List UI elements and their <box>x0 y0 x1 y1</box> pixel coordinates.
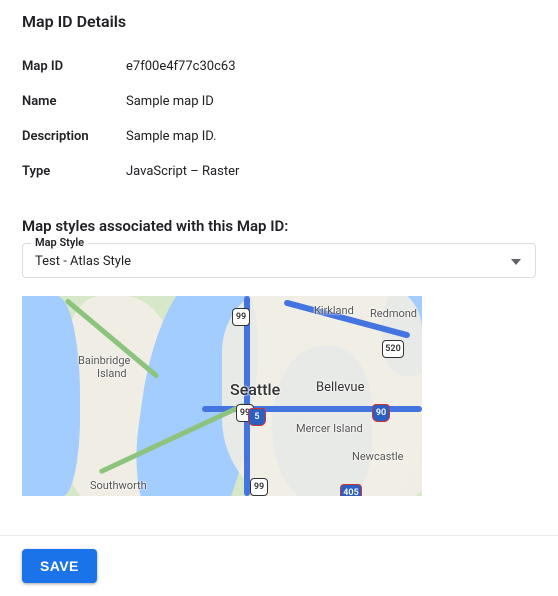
map-label-mercer: Mercer Island <box>296 422 363 435</box>
route-shield-i405: 405 <box>340 484 362 496</box>
map-style-select[interactable]: Map Style Test - Atlas Style <box>22 243 536 278</box>
detail-label: Name <box>22 94 126 109</box>
select-label: Map Style <box>31 236 88 249</box>
detail-label: Description <box>22 129 126 144</box>
save-button[interactable]: SAVE <box>22 549 97 583</box>
map-label-seattle: Seattle <box>230 380 280 399</box>
detail-value: Sample map ID. <box>126 129 217 144</box>
map-label-kirkland: Kirkland <box>314 304 354 317</box>
route-shield-520: 520 <box>382 340 404 358</box>
map-label-island: Island <box>97 367 127 380</box>
details-table: Map ID e7f00e4f77c30c63 Name Sample map … <box>22 49 536 189</box>
chevron-down-icon <box>511 253 521 269</box>
select-value: Test - Atlas Style <box>35 254 523 269</box>
route-shield-i90: 90 <box>372 404 390 422</box>
detail-row-name: Name Sample map ID <box>22 84 536 119</box>
detail-value: Sample map ID <box>126 94 214 109</box>
map-label-bellevue: Bellevue <box>316 380 364 395</box>
detail-row-map-id: Map ID e7f00e4f77c30c63 <box>22 49 536 84</box>
map-label-redmond: Redmond <box>370 307 417 320</box>
detail-value: e7f00e4f77c30c63 <box>126 59 236 74</box>
route-shield-i5: 5 <box>248 408 266 426</box>
detail-label: Map ID <box>22 59 126 74</box>
map-label-southworth: Southworth <box>90 479 147 492</box>
route-shield-99: 99 <box>250 478 268 496</box>
footer-bar: SAVE <box>0 535 558 596</box>
detail-row-description: Description Sample map ID. <box>22 119 536 154</box>
map-preview: Seattle Bellevue Kirkland Redmond Bainbr… <box>22 296 422 496</box>
detail-value: JavaScript – Raster <box>126 164 239 179</box>
map-label-newcastle: Newcastle <box>352 450 403 463</box>
map-label-bainbridge: Bainbridge <box>78 354 130 367</box>
page-title: Map ID Details <box>22 12 536 31</box>
styles-heading: Map styles associated with this Map ID: <box>22 217 536 235</box>
detail-label: Type <box>22 164 126 179</box>
detail-row-type: Type JavaScript – Raster <box>22 154 536 189</box>
route-shield-99: 99 <box>232 308 250 326</box>
